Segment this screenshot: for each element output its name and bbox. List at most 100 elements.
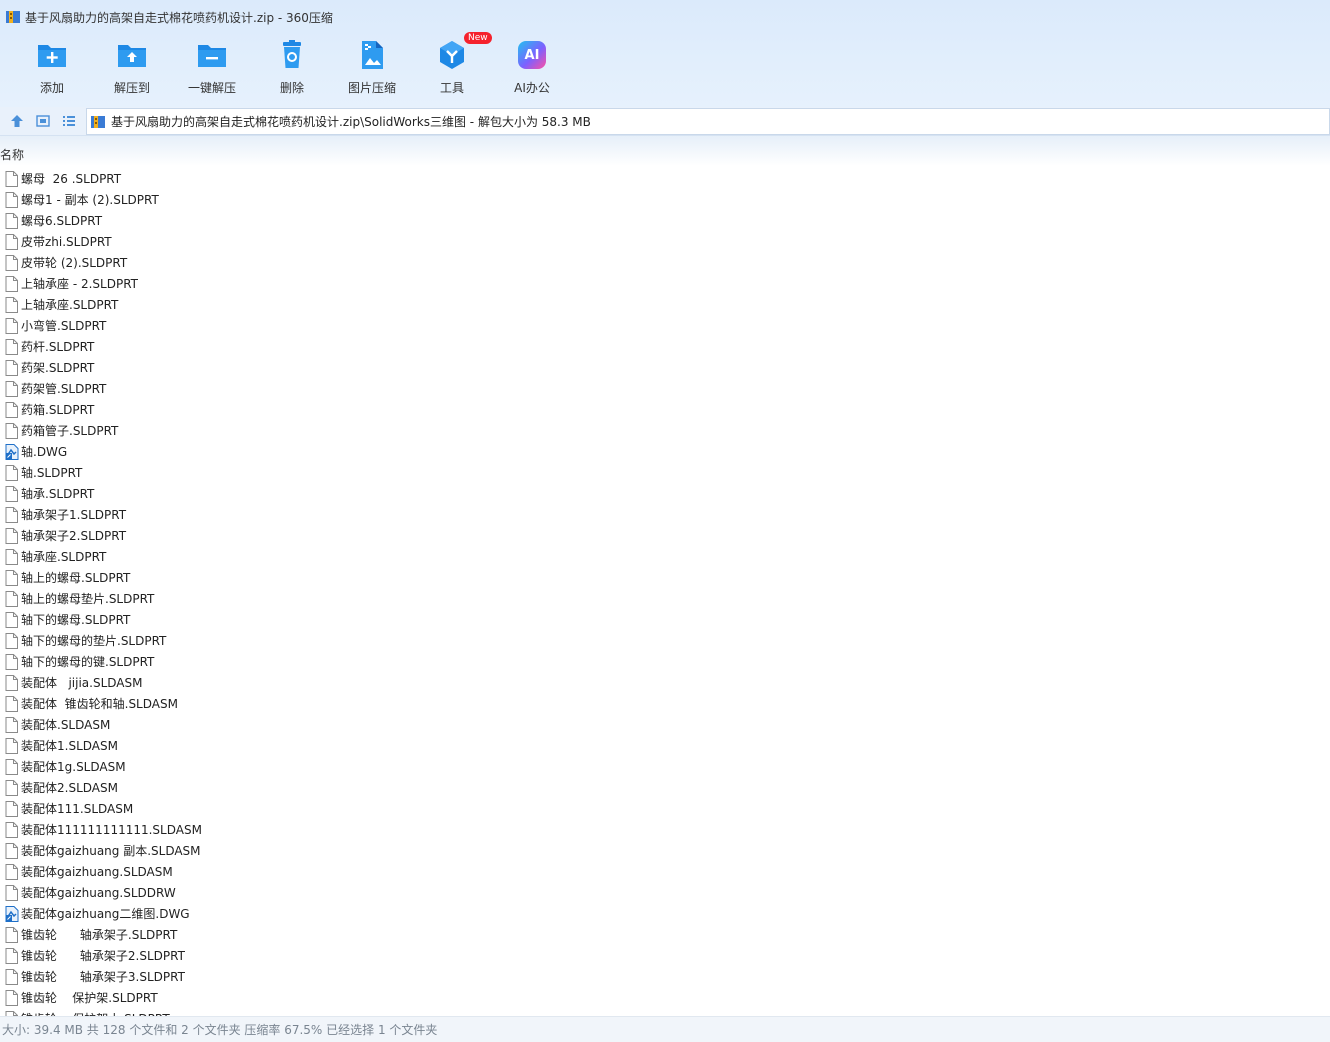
- address-bar: 基于风扇助力的高架自走式棉花喷药机设计.zip\SolidWorks三维图 - …: [0, 107, 1330, 136]
- file-row[interactable]: 药箱.SLDPRT: [0, 399, 1330, 420]
- name-column-header[interactable]: 名称: [0, 146, 24, 164]
- file-row[interactable]: 轴下的螺母.SLDPRT: [0, 609, 1330, 630]
- file-row[interactable]: 轴.DWG: [0, 441, 1330, 462]
- file-icon: [5, 611, 18, 628]
- file-row[interactable]: 上轴承座 - 2.SLDPRT: [0, 273, 1330, 294]
- file-row[interactable]: 药杆.SLDPRT: [0, 336, 1330, 357]
- file-icon: [5, 695, 18, 712]
- file-list: 螺母 26 .SLDPRT 螺母1 - 副本 (2).SLDPRT 螺母6.SLDP…: [0, 168, 1330, 1016]
- file-row[interactable]: 螺母1 - 副本 (2).SLDPRT: [0, 189, 1330, 210]
- file-icon: [5, 464, 18, 481]
- extract-to-label: 解压到: [113, 81, 150, 95]
- file-icon: [5, 233, 18, 250]
- file-icon: [5, 380, 18, 397]
- main-toolbar: 添加 解压到 一键解压 删除 图片压缩 New 工具 AI AI办公: [12, 32, 572, 98]
- file-name: 皮带zhi.SLDPRT: [21, 235, 112, 249]
- one-click-extract-button[interactable]: 一键解压: [172, 36, 252, 98]
- ai-office-button[interactable]: AI AI办公: [492, 36, 572, 98]
- file-name: 轴.SLDPRT: [21, 466, 83, 480]
- file-row[interactable]: 装配体.SLDASM: [0, 714, 1330, 735]
- file-icon: [5, 170, 18, 187]
- file-icon: [5, 779, 18, 796]
- file-icon: [5, 254, 18, 271]
- file-name: 轴.DWG: [21, 445, 68, 459]
- file-icon: [5, 275, 18, 292]
- file-icon: [5, 800, 18, 817]
- delete-button[interactable]: 删除: [252, 36, 332, 98]
- file-row[interactable]: 轴下的螺母的键.SLDPRT: [0, 651, 1330, 672]
- file-row[interactable]: 锥齿轮 轴承架子2.SLDPRT: [0, 945, 1330, 966]
- file-icon: [5, 548, 18, 565]
- file-row[interactable]: 药架.SLDPRT: [0, 357, 1330, 378]
- add-label: 添加: [39, 81, 64, 95]
- delete-label: 删除: [279, 81, 304, 95]
- file-icon: [5, 212, 18, 229]
- file-row[interactable]: 装配体gaizhuang二维图.DWG: [0, 903, 1330, 924]
- file-icon: [5, 821, 18, 838]
- list-view-button[interactable]: [61, 113, 77, 129]
- file-name: 药架管.SLDPRT: [21, 382, 107, 396]
- file-row[interactable]: 锥齿轮 保护架小.SLDPRT: [0, 1008, 1330, 1016]
- image-compress-label: 图片压缩: [347, 81, 396, 95]
- file-row[interactable]: 轴承架子2.SLDPRT: [0, 525, 1330, 546]
- file-row[interactable]: 上轴承座.SLDPRT: [0, 294, 1330, 315]
- up-folder-button[interactable]: [9, 113, 25, 129]
- file-name: 轴下的螺母的垫片.SLDPRT: [21, 634, 167, 648]
- file-row[interactable]: 螺母 26 .SLDPRT: [0, 168, 1330, 189]
- tools-button[interactable]: New 工具: [412, 32, 492, 98]
- file-icon: [5, 401, 18, 418]
- file-row[interactable]: 轴承座.SLDPRT: [0, 546, 1330, 567]
- file-row[interactable]: 装配体2.SLDASM: [0, 777, 1330, 798]
- file-row[interactable]: 锥齿轮 保护架.SLDPRT: [0, 987, 1330, 1008]
- file-row[interactable]: 药箱管子.SLDPRT: [0, 420, 1330, 441]
- file-row[interactable]: 轴承.SLDPRT: [0, 483, 1330, 504]
- file-row[interactable]: 装配体 jijia.SLDASM: [0, 672, 1330, 693]
- file-row[interactable]: 装配体111111111111.SLDASM: [0, 819, 1330, 840]
- list-header-background: [0, 136, 1330, 166]
- file-row[interactable]: 装配体gaizhuang 副本.SLDASM: [0, 840, 1330, 861]
- add-button[interactable]: 添加: [12, 36, 92, 98]
- extract-to-button[interactable]: 解压到: [92, 36, 172, 98]
- file-row[interactable]: 轴承架子1.SLDPRT: [0, 504, 1330, 525]
- file-name: 小弯管.SLDPRT: [21, 319, 107, 333]
- file-icon: [5, 926, 18, 943]
- file-row[interactable]: 轴上的螺母.SLDPRT: [0, 567, 1330, 588]
- address-path: 基于风扇助力的高架自走式棉花喷药机设计.zip\SolidWorks三维图 - …: [111, 115, 591, 129]
- file-icon: [5, 989, 18, 1006]
- file-row[interactable]: 装配体1.SLDASM: [0, 735, 1330, 756]
- file-icon: [5, 716, 18, 733]
- zip-file-icon: [91, 115, 105, 128]
- file-row[interactable]: 皮带zhi.SLDPRT: [0, 231, 1330, 252]
- address-field[interactable]: 基于风扇助力的高架自走式棉花喷药机设计.zip\SolidWorks三维图 - …: [86, 108, 1330, 135]
- file-row[interactable]: 轴下的螺母的垫片.SLDPRT: [0, 630, 1330, 651]
- file-row[interactable]: 轴上的螺母垫片.SLDPRT: [0, 588, 1330, 609]
- file-row[interactable]: 装配体gaizhuang.SLDASM: [0, 861, 1330, 882]
- file-row[interactable]: 轴.SLDPRT: [0, 462, 1330, 483]
- file-icon: [5, 422, 18, 439]
- add-icon: [35, 38, 69, 72]
- thumbnail-view-icon: [36, 115, 50, 127]
- file-row[interactable]: 装配体111.SLDASM: [0, 798, 1330, 819]
- file-row[interactable]: 锥齿轮 轴承架子.SLDPRT: [0, 924, 1330, 945]
- file-row[interactable]: 装配体 锥齿轮和轴.SLDASM: [0, 693, 1330, 714]
- thumbnail-view-button[interactable]: [35, 113, 51, 129]
- status-text: 大小: 39.4 MB 共 128 个文件和 2 个文件夹 压缩率 67.5% …: [2, 1023, 438, 1037]
- file-row[interactable]: 药架管.SLDPRT: [0, 378, 1330, 399]
- file-row[interactable]: 装配体1g.SLDASM: [0, 756, 1330, 777]
- ai-glyph: AI: [524, 47, 540, 63]
- file-name: 装配体 jijia.SLDASM: [21, 676, 143, 690]
- file-name: 装配体111.SLDASM: [21, 802, 134, 816]
- file-row[interactable]: 皮带轮 (2).SLDPRT: [0, 252, 1330, 273]
- image-compress-button[interactable]: 图片压缩: [332, 36, 412, 98]
- file-name: 上轴承座 - 2.SLDPRT: [21, 277, 138, 291]
- file-name: 装配体1.SLDASM: [21, 739, 118, 753]
- list-view-icon: [63, 116, 75, 126]
- window-title-bar: 基于风扇助力的高架自走式棉花喷药机设计.zip - 360压缩: [6, 8, 333, 26]
- ai-office-label: AI办公: [514, 81, 550, 95]
- file-name: 装配体111111111111.SLDASM: [21, 823, 202, 837]
- file-row[interactable]: 装配体gaizhuang.SLDDRW: [0, 882, 1330, 903]
- file-icon: [5, 758, 18, 775]
- file-row[interactable]: 锥齿轮 轴承架子3.SLDPRT: [0, 966, 1330, 987]
- file-row[interactable]: 螺母6.SLDPRT: [0, 210, 1330, 231]
- file-row[interactable]: 小弯管.SLDPRT: [0, 315, 1330, 336]
